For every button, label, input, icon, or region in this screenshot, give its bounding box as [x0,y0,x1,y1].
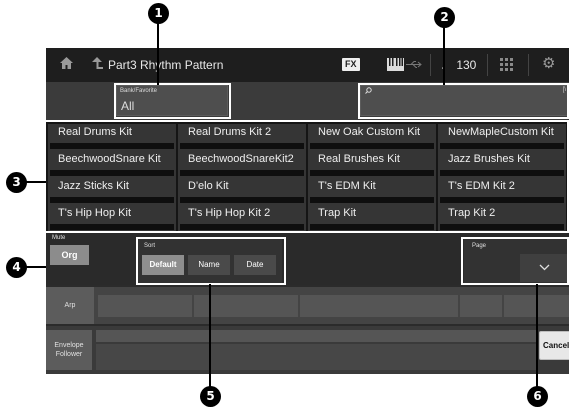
envelope-follower-row: Envelope Follower Cancel [46,326,569,374]
topbar-separator [528,54,529,76]
kit-list-highlight [44,120,569,233]
arp-slot[interactable] [98,295,192,317]
arp-slot[interactable] [460,295,502,317]
envelope-follower-button[interactable]: Envelope Follower [46,330,92,370]
sort-highlight [136,237,286,285]
fx-badge[interactable]: FX [342,58,360,71]
callout-3: 3 [6,172,27,193]
org-button[interactable]: Org [50,245,89,265]
envelope-follower-area [96,344,536,370]
gear-icon[interactable]: ⚙ [542,56,555,72]
callout-4: 4 [6,257,27,278]
cancel-button[interactable]: Cancel [539,331,569,360]
envelope-follower-bar [96,330,536,342]
callout-5: 5 [200,386,221,407]
bank-favorite-highlight [114,83,231,119]
callout-leader-3 [26,181,46,183]
arp-row: Arp [46,287,569,324]
part-title: Part3 Rhythm Pattern [108,58,224,72]
arp-slot[interactable] [300,295,458,317]
envelope-follower-label-line2: Follower [55,351,83,358]
arp-button[interactable]: Arp [46,287,94,324]
callout-1: 1 [148,3,169,24]
envelope-follower-label-line1: Envelope [54,342,84,349]
topbar-separator [487,54,488,76]
usb-icon [406,61,422,68]
up-arrow-icon[interactable] [92,57,103,72]
callout-leader-1 [157,23,159,85]
top-bar: Part3 Rhythm Pattern FX ♩ 130 ⚙ [46,48,569,82]
keyboard-icon [387,58,404,71]
tempo-display[interactable]: ♩ 130 [441,58,476,72]
home-icon[interactable] [60,57,73,72]
callout-6: 6 [527,386,548,407]
callout-2: 2 [434,7,455,28]
callout-leader-5 [209,284,211,388]
mute-label: Mute [52,235,66,241]
callout-leader-6 [536,284,538,388]
page-highlight [461,237,569,285]
search-highlight [358,83,569,119]
callout-leader-2 [443,27,445,85]
callout-leader-4 [26,266,46,268]
grid-icon[interactable] [500,58,514,71]
topbar-separator [430,54,431,76]
